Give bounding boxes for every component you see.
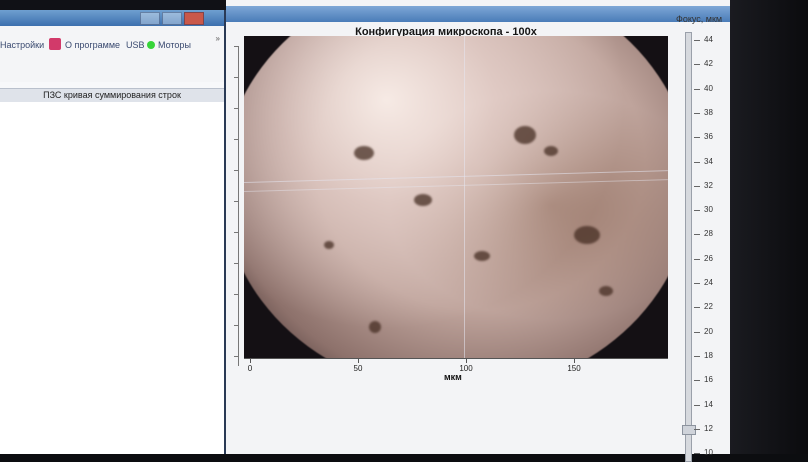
focus-scale-label: 34 — [704, 156, 713, 166]
focus-scale-tick — [694, 404, 700, 406]
chevron-right-double-icon[interactable]: » — [216, 34, 220, 43]
menu-bar: Настройки О программе USB Моторы » — [0, 26, 224, 82]
y-axis-tick — [234, 170, 238, 171]
y-axis-tick — [234, 139, 238, 140]
x-axis-tick — [358, 359, 359, 363]
usb-label: USB — [126, 40, 145, 50]
focus-scale-tick — [694, 307, 700, 309]
y-axis-tick — [234, 232, 238, 233]
focus-scale-label: 24 — [704, 278, 713, 287]
focus-slider-track[interactable] — [685, 32, 692, 462]
microscope-field-of-view — [244, 36, 668, 358]
focus-scale-tick — [694, 40, 700, 41]
focus-scale-label: 12 — [704, 423, 713, 433]
window-titlebar[interactable] — [226, 6, 730, 22]
ccd-window: Настройки О программе USB Моторы » ПЗС к… — [0, 10, 226, 454]
focus-scale-label: 26 — [704, 253, 713, 263]
specimen-spot — [354, 146, 374, 160]
ccd-curve-panel — [0, 102, 224, 454]
usb-status-indicator — [147, 41, 155, 49]
specimen-spot — [514, 126, 536, 144]
window-titlebar[interactable] — [0, 10, 224, 26]
motors-menu[interactable]: Моторы — [158, 40, 191, 50]
x-axis-tick-label: 150 — [567, 364, 581, 373]
x-axis-tick-label: 50 — [353, 364, 363, 373]
focus-scale-label: 18 — [704, 350, 713, 360]
focus-scale-tick — [694, 355, 700, 357]
focus-scale-label: 28 — [704, 229, 713, 239]
about-icon[interactable] — [49, 38, 61, 50]
specimen-spot — [324, 241, 334, 249]
focus-scale-tick — [694, 112, 700, 114]
focus-scale: 44 42 40 38 36 34 32 30 28 26 24 22 20 18 16 14 12 10 — [694, 32, 724, 460]
specimen-spot — [599, 286, 613, 296]
focus-scale-label: 30 — [704, 205, 713, 215]
y-axis-tick — [234, 356, 238, 357]
focus-scale-tick — [694, 258, 700, 260]
minimize-button[interactable] — [140, 12, 160, 25]
specimen-spot — [369, 321, 381, 333]
focus-scale-label: 16 — [704, 375, 713, 385]
maximize-button[interactable] — [162, 12, 182, 25]
y-axis-tick — [234, 201, 238, 202]
y-axis-tick — [234, 46, 238, 47]
y-axis-tick — [234, 294, 238, 295]
x-axis-label: мкм — [444, 372, 462, 382]
focus-scale-tick — [694, 88, 700, 90]
focus-scale-tick — [694, 161, 700, 163]
focus-scale-label: 10 — [704, 448, 713, 458]
focus-slider-panel: Фокус, мкм 44 42 40 38 36 34 32 30 28 26 24 22 20 18 1… — [676, 6, 728, 462]
focus-scale-label: 40 — [704, 83, 713, 93]
y-axis — [228, 46, 239, 366]
specimen-spot — [474, 251, 490, 261]
about-menu[interactable]: О программе — [65, 40, 120, 50]
focus-scale-label: 14 — [704, 399, 713, 409]
focus-scale-tick — [694, 331, 700, 333]
y-axis-tick — [234, 263, 238, 264]
focus-scale-tick — [694, 428, 700, 430]
focus-scale-tick — [694, 234, 700, 236]
focus-scale-label: 44 — [704, 35, 713, 44]
monitor-bezel-right — [730, 0, 808, 454]
x-axis-tick — [466, 359, 467, 363]
focus-scale-tick — [694, 137, 700, 139]
focus-scale-label: 38 — [704, 107, 713, 117]
focus-scale-label: 20 — [704, 326, 713, 336]
y-axis-tick — [234, 325, 238, 326]
crosshair-vertical — [464, 36, 465, 358]
panel-title: ПЗС кривая суммирования строк — [0, 88, 224, 103]
x-axis-tick-label: 0 — [247, 364, 253, 373]
microscope-image[interactable] — [244, 36, 668, 358]
focus-scale-tick — [694, 185, 700, 187]
focus-scale-label: 42 — [704, 59, 713, 69]
y-axis-tick — [234, 77, 238, 78]
focus-scale-tick — [694, 64, 700, 66]
x-axis-tick — [574, 359, 575, 363]
specimen-spot — [574, 226, 600, 244]
focus-scale-label: 32 — [704, 180, 713, 190]
focus-label: Фокус, мкм — [676, 14, 723, 24]
focus-scale-tick — [694, 380, 700, 382]
focus-scale-tick — [694, 283, 700, 284]
focus-scale-tick — [694, 210, 700, 212]
x-axis-tick — [250, 359, 251, 363]
microscope-window: Конфигурация микроскопа - 100х 0 50 100 150… — [226, 0, 730, 462]
focus-scale-label: 22 — [704, 302, 713, 312]
settings-menu[interactable]: Настройки — [0, 40, 44, 50]
specimen-spot — [414, 194, 432, 206]
focus-scale-label: 36 — [704, 132, 713, 142]
y-axis-tick — [234, 108, 238, 109]
specimen-spot — [544, 146, 558, 156]
close-button[interactable] — [184, 12, 204, 25]
